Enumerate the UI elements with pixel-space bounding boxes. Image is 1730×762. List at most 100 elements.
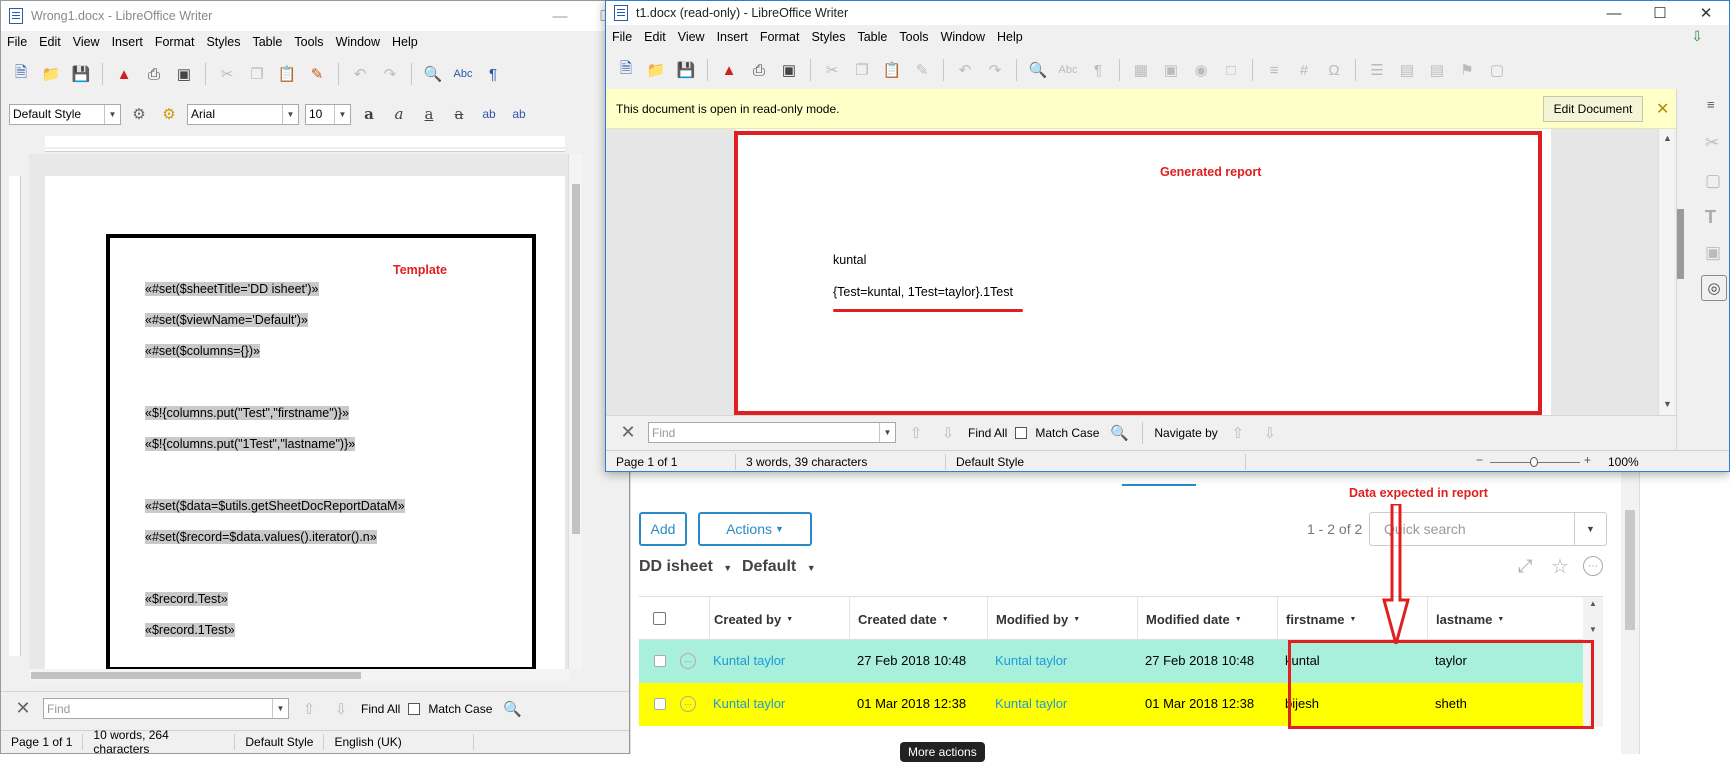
sidebar-properties-icon[interactable]: ✂ xyxy=(1705,133,1719,153)
formatting-marks-icon[interactable]: ¶ xyxy=(481,63,505,85)
find-field[interactable]: Find ▼ xyxy=(43,698,289,719)
minimize-button[interactable]: — xyxy=(1591,1,1637,25)
new-document-icon[interactable]: 🗎 xyxy=(9,63,33,85)
status-word-count[interactable]: 3 words, 39 characters xyxy=(736,453,946,470)
menu-insert[interactable]: Insert xyxy=(717,30,748,44)
status-page[interactable]: Page 1 of 1 xyxy=(606,453,736,470)
navigate-down-icon[interactable]: ⇩ xyxy=(1258,422,1282,444)
actions-button[interactable]: Actions ▼ xyxy=(698,512,812,546)
strikethrough-icon[interactable]: a xyxy=(447,103,471,125)
row-more-icon[interactable]: ⋯ xyxy=(680,653,696,669)
chevron-down-icon[interactable]: ▼ xyxy=(879,423,895,442)
scrollbar-thumb[interactable] xyxy=(572,184,580,534)
scroll-down-icon[interactable]: ▼ xyxy=(1589,625,1597,634)
status-page-style[interactable]: Default Style xyxy=(946,453,1246,470)
close-infobar-icon[interactable]: ✕ xyxy=(1656,99,1669,119)
menu-format[interactable]: Format xyxy=(760,30,800,44)
paragraph-style-combo[interactable]: Default Style ▼ xyxy=(9,103,121,125)
font-size-combo[interactable]: 10 ▼ xyxy=(305,103,351,125)
redo-icon[interactable]: ↷ xyxy=(378,63,402,85)
status-view-layout[interactable] xyxy=(1246,454,1466,470)
insert-chart-icon[interactable]: ◉ xyxy=(1189,59,1213,81)
status-language[interactable]: English (UK) xyxy=(324,733,475,750)
insert-textbox-icon[interactable]: □ xyxy=(1219,59,1243,81)
print-icon[interactable]: ⎙ xyxy=(747,59,771,81)
row-checkbox[interactable] xyxy=(654,698,666,710)
insert-image-icon[interactable]: ▣ xyxy=(1159,59,1183,81)
match-case-checkbox[interactable] xyxy=(408,702,421,715)
find-all-button[interactable]: Find All xyxy=(361,702,400,716)
expand-icon[interactable]: ⤢ xyxy=(1518,556,1532,577)
save-icon[interactable]: 💾 xyxy=(69,63,93,85)
pdf-icon[interactable]: ▲ xyxy=(112,63,136,85)
menu-view[interactable]: View xyxy=(678,30,705,44)
insert-table-icon[interactable]: ▦ xyxy=(1129,59,1153,81)
edit-document-button[interactable]: Edit Document xyxy=(1543,96,1643,122)
chevron-down-icon[interactable]: ▼ xyxy=(334,104,350,124)
bold-icon[interactable]: a xyxy=(357,103,381,125)
menu-table[interactable]: Table xyxy=(857,30,887,44)
clone-formatting-icon[interactable]: ✎ xyxy=(910,59,934,81)
undo-icon[interactable]: ↶ xyxy=(348,63,372,85)
find-replace-icon[interactable]: 🔍 xyxy=(1107,422,1131,444)
undo-icon[interactable]: ↶ xyxy=(953,59,977,81)
sidebar-page-icon[interactable]: ▢ xyxy=(1705,171,1721,191)
find-previous-icon[interactable]: ⇧ xyxy=(297,698,321,720)
left-titlebar[interactable]: Wrong1.docx - LibreOffice Writer — ☐ xyxy=(1,1,629,31)
add-button[interactable]: Add xyxy=(639,512,687,546)
paste-icon[interactable]: 📋 xyxy=(880,59,904,81)
right-vertical-scrollbar[interactable]: ▲ ▼ xyxy=(1658,129,1674,415)
insert-footnote-icon[interactable]: ▤ xyxy=(1395,59,1419,81)
menu-edit[interactable]: Edit xyxy=(644,30,666,44)
scroll-down-icon[interactable]: ▼ xyxy=(1663,399,1672,409)
clone-formatting-icon[interactable]: ✎ xyxy=(305,63,329,85)
close-find-icon[interactable]: ✕ xyxy=(11,698,35,720)
find-previous-icon[interactable]: ⇧ xyxy=(904,422,928,444)
print-icon[interactable]: ⎙ xyxy=(142,63,166,85)
status-word-count[interactable]: 10 words, 264 characters xyxy=(83,728,236,753)
zoom-in-icon[interactable]: + xyxy=(1584,453,1591,467)
save-icon[interactable]: 💾 xyxy=(674,59,698,81)
column-modified-date[interactable]: Modified date ▼ xyxy=(1137,597,1277,641)
sheet-selector[interactable]: DD isheet ▼ xyxy=(639,558,732,576)
open-folder-icon[interactable]: 📁 xyxy=(644,59,668,81)
sidebar-navigator-icon[interactable]: ◎ xyxy=(1701,275,1727,301)
update-available-icon[interactable]: ⇩ xyxy=(1691,28,1703,45)
underline-icon[interactable]: a xyxy=(417,103,441,125)
find-next-icon[interactable]: ⇩ xyxy=(329,698,353,720)
menu-insert[interactable]: Insert xyxy=(112,35,143,49)
navigate-up-icon[interactable]: ⇧ xyxy=(1226,422,1250,444)
open-folder-icon[interactable]: 📁 xyxy=(39,63,63,85)
find-replace-icon[interactable]: 🔍 xyxy=(500,698,524,720)
column-created-by[interactable]: Created by ▼ xyxy=(709,597,849,641)
star-icon[interactable]: ☆ xyxy=(1551,554,1569,579)
view-selector[interactable]: Default ▼ xyxy=(742,558,816,576)
sidebar-grip[interactable] xyxy=(1677,209,1684,279)
menu-tools[interactable]: Tools xyxy=(294,35,323,49)
find-replace-icon[interactable]: 🔍 xyxy=(1026,59,1050,81)
menu-format[interactable]: Format xyxy=(155,35,195,49)
scroll-up-icon[interactable]: ▲ xyxy=(1589,599,1597,608)
menu-file[interactable]: File xyxy=(612,30,632,44)
insert-special-character-icon[interactable]: Ω xyxy=(1322,59,1346,81)
print-preview-icon[interactable]: ▣ xyxy=(777,59,801,81)
status-page-style[interactable]: Default Style xyxy=(235,733,325,750)
match-case-checkbox[interactable] xyxy=(1015,426,1028,439)
vertical-ruler[interactable] xyxy=(9,176,21,656)
close-window-button[interactable]: ✕ xyxy=(1683,1,1729,25)
zoom-out-icon[interactable]: − xyxy=(1476,453,1483,467)
menu-window[interactable]: Window xyxy=(941,30,985,44)
maximize-button[interactable]: ☐ xyxy=(1637,1,1683,25)
select-all-checkbox[interactable] xyxy=(653,612,666,625)
find-all-button[interactable]: Find All xyxy=(968,426,1007,440)
menu-styles[interactable]: Styles xyxy=(206,35,240,49)
chevron-down-icon[interactable]: ▼ xyxy=(282,104,298,124)
column-modified-by[interactable]: Modified by ▼ xyxy=(987,597,1137,641)
scrollbar-thumb[interactable] xyxy=(31,672,361,679)
menu-edit[interactable]: Edit xyxy=(39,35,61,49)
menu-styles[interactable]: Styles xyxy=(811,30,845,44)
menu-file[interactable]: File xyxy=(7,35,27,49)
formatting-marks-icon[interactable]: ¶ xyxy=(1086,59,1110,81)
copy-icon[interactable]: ❐ xyxy=(245,63,269,85)
italic-icon[interactable]: a xyxy=(387,103,411,125)
